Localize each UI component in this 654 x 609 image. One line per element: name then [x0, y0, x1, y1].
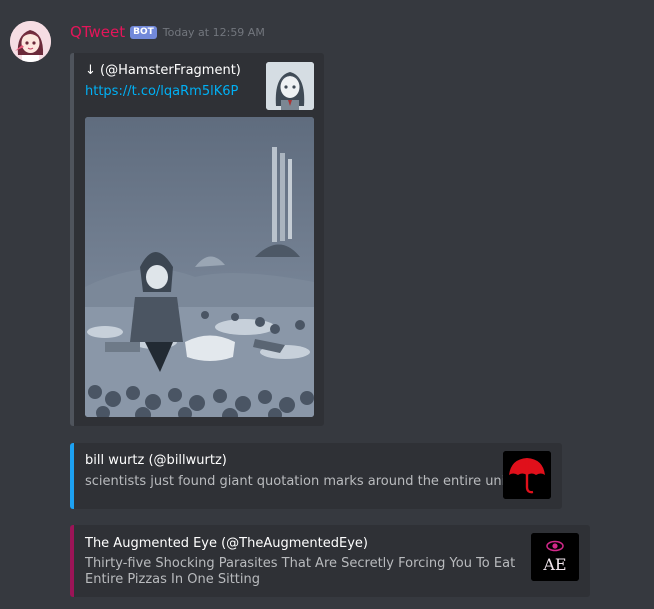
- tweet-embed: bill wurtz (@billwurtz) scientists just …: [70, 443, 562, 509]
- timestamp[interactable]: Today at 12:59 AM: [163, 26, 265, 39]
- embed-author[interactable]: ↓ (@HamsterFragment): [85, 63, 241, 78]
- embed-image[interactable]: [85, 117, 314, 417]
- embed-description: Thirty-five Shocking Parasites That Are …: [85, 556, 516, 587]
- embed-author[interactable]: The Augmented Eye (@TheAugmentedEye): [85, 536, 368, 551]
- embed-link[interactable]: https://t.co/lqaRm5lK6P: [85, 84, 238, 99]
- embed-thumbnail[interactable]: [266, 62, 314, 110]
- embed-description: scientists just found giant quotation ma…: [85, 474, 542, 489]
- message-header: QTweet BOT Today at 12:59 AM: [70, 22, 265, 42]
- embed-thumbnail[interactable]: AE: [531, 533, 579, 581]
- tweet-embed: The Augmented Eye (@TheAugmentedEye) Thi…: [70, 525, 590, 597]
- bot-badge: BOT: [130, 25, 157, 39]
- chat-message: QTweet BOT Today at 12:59 AM ↓ (@Hamster…: [0, 0, 654, 609]
- anime-girl-thumbnail: [266, 62, 314, 110]
- username[interactable]: QTweet: [70, 23, 125, 41]
- anime-girl-avatar-icon: [10, 21, 51, 62]
- embed-thumbnail[interactable]: [503, 451, 551, 499]
- embed-author[interactable]: bill wurtz (@billwurtz): [85, 453, 227, 468]
- avatar[interactable]: [10, 21, 51, 62]
- ae-logo-text: AE: [542, 555, 566, 574]
- anime-illustration-image: [85, 117, 314, 417]
- ae-logo-icon: AE: [531, 533, 579, 581]
- tweet-embed: ↓ (@HamsterFragment) https://t.co/lqaRm5…: [70, 53, 324, 426]
- red-umbrella-icon: [503, 451, 551, 499]
